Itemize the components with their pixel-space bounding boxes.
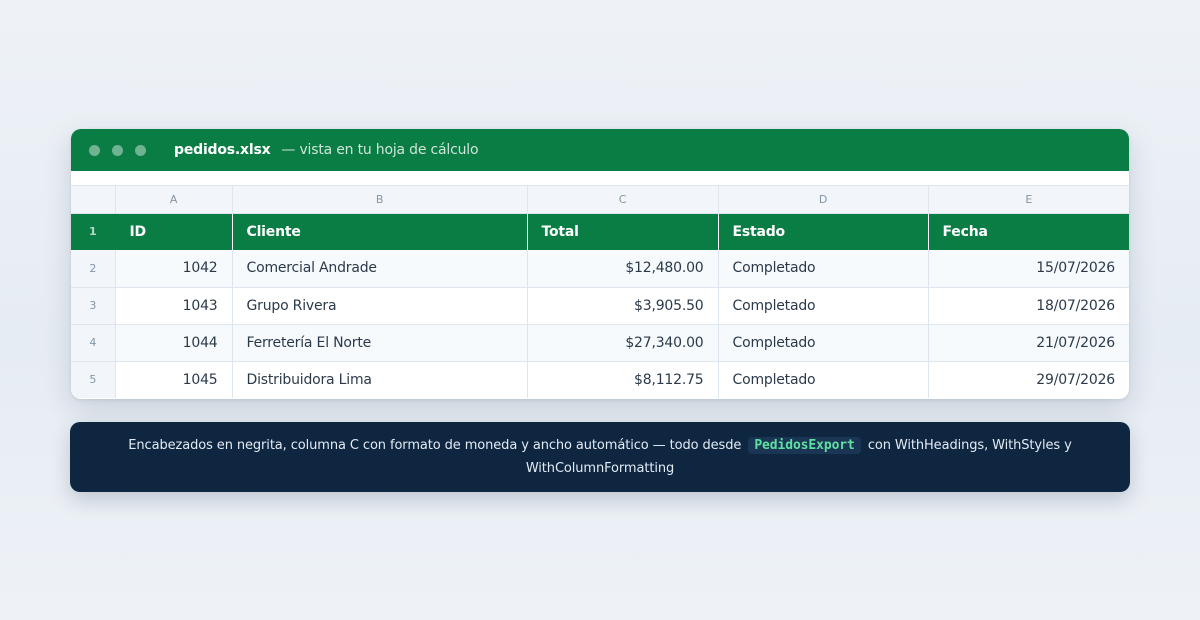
table-row: 5 1045 Distribuidora Lima $8,112.75 Comp… <box>71 361 1129 398</box>
cell-estado[interactable]: Completado <box>718 361 929 398</box>
column-letter-e[interactable]: E <box>928 186 1129 214</box>
row-number[interactable]: 4 <box>71 324 116 362</box>
table-row: 2 1042 Comercial Andrade $12,480.00 Comp… <box>71 250 1129 288</box>
row-number[interactable]: 3 <box>71 287 116 325</box>
cell-id[interactable]: 1043 <box>115 287 233 325</box>
cell-fecha[interactable]: 15/07/2026 <box>928 250 1129 288</box>
table-row: 3 1043 Grupo Rivera $3,905.50 Completado… <box>71 287 1129 325</box>
cell-id[interactable]: 1044 <box>115 324 233 362</box>
cell-estado[interactable]: Completado <box>718 250 929 288</box>
formula-bar-strip <box>71 171 1129 186</box>
header-cell-estado[interactable]: Estado <box>718 213 929 250</box>
cell-id[interactable]: 1045 <box>115 361 233 398</box>
spreadsheet-window: pedidos.xlsx — vista en tu hoja de cálcu… <box>71 129 1129 399</box>
column-letter-d[interactable]: D <box>718 186 929 214</box>
caption-text: Encabezados en negrita, columna C con fo… <box>110 434 1090 480</box>
caption-text-before: Encabezados en negrita, columna C con fo… <box>128 438 742 453</box>
select-all-corner[interactable] <box>71 186 116 214</box>
spreadsheet-grid: A B C D E 1 ID Cliente Total Estado Fech… <box>71 186 1129 398</box>
cell-fecha[interactable]: 29/07/2026 <box>928 361 1129 398</box>
cell-estado[interactable]: Completado <box>718 324 929 362</box>
row-number[interactable]: 2 <box>71 250 116 288</box>
file-name: pedidos.xlsx <box>174 142 271 158</box>
cell-cliente[interactable]: Grupo Rivera <box>232 287 528 325</box>
cell-total[interactable]: $27,340.00 <box>527 324 719 362</box>
header-cell-total[interactable]: Total <box>527 213 719 250</box>
window-minimize-dot-icon[interactable] <box>112 144 123 156</box>
cell-total[interactable]: $3,905.50 <box>527 287 719 325</box>
column-letters-row: A B C D E <box>71 186 1129 214</box>
window-close-dot-icon[interactable] <box>89 144 100 156</box>
class-name-code: PedidosExport <box>748 437 861 454</box>
window-titlebar: pedidos.xlsx — vista en tu hoja de cálcu… <box>71 129 1129 171</box>
cell-fecha[interactable]: 21/07/2026 <box>928 324 1129 362</box>
cell-cliente[interactable]: Distribuidora Lima <box>232 361 528 398</box>
cell-cliente[interactable]: Comercial Andrade <box>232 250 528 288</box>
cell-fecha[interactable]: 18/07/2026 <box>928 287 1129 325</box>
column-letter-c[interactable]: C <box>527 186 719 214</box>
cell-total[interactable]: $8,112.75 <box>527 361 719 398</box>
cell-cliente[interactable]: Ferretería El Norte <box>232 324 528 362</box>
cell-id[interactable]: 1042 <box>115 250 233 288</box>
header-cell-id[interactable]: ID <box>115 213 233 250</box>
header-cell-fecha[interactable]: Fecha <box>928 213 1129 250</box>
column-letter-a[interactable]: A <box>115 186 233 214</box>
header-row: 1 ID Cliente Total Estado Fecha <box>71 213 1129 250</box>
header-cell-cliente[interactable]: Cliente <box>232 213 528 250</box>
caption-banner: Encabezados en negrita, columna C con fo… <box>70 422 1130 492</box>
table-row: 4 1044 Ferretería El Norte $27,340.00 Co… <box>71 324 1129 362</box>
column-letter-b[interactable]: B <box>232 186 528 214</box>
window-maximize-dot-icon[interactable] <box>135 144 146 156</box>
cell-total[interactable]: $12,480.00 <box>527 250 719 288</box>
row-number[interactable]: 1 <box>71 213 116 250</box>
cell-estado[interactable]: Completado <box>718 287 929 325</box>
row-number[interactable]: 5 <box>71 361 116 398</box>
window-subtitle: — vista en tu hoja de cálculo <box>281 142 479 158</box>
